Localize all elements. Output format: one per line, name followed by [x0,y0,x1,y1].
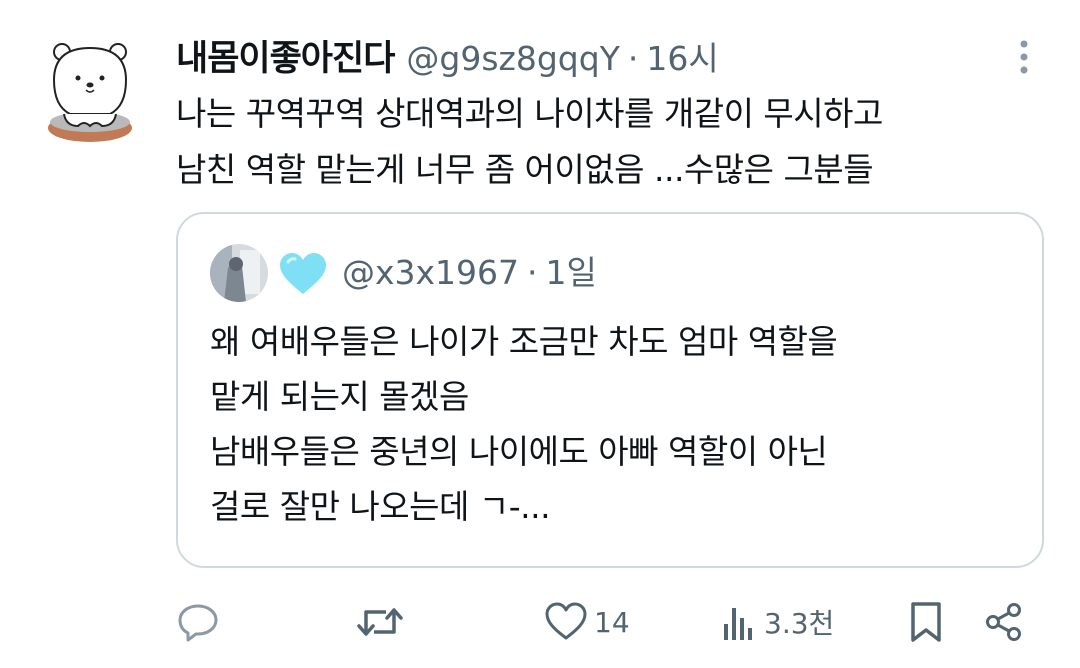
more-options-button[interactable] [1012,38,1036,78]
display-name[interactable]: 내몸이좋아진다 [176,30,395,81]
like-count: 14 [594,605,630,639]
quote-text-line: 걸로 잘만 나오는데 ㄱ-... [210,487,551,526]
share-icon [986,603,1021,641]
quote-text-line: 남배우들은 중년의 나이에도 아빠 역할이 아닌 [210,432,828,471]
light-blue-heart-emoji [278,252,328,296]
quote-meta: @x3x1967 · 1일 [342,246,597,296]
quote-avatar-image-icon [210,244,268,302]
heart-icon [545,602,587,640]
quote-time[interactable]: 1일 [546,246,597,294]
separator-dot: · [527,253,538,292]
separator-dot: · [627,39,639,78]
views-icon [724,608,752,640]
tweet-text-line: 나는 꾸역꾸역 상대역과의 나이차를 개같이 무시하고 [176,94,883,133]
tweet-text: 나는 꾸역꾸역 상대역과의 나이차를 개같이 무시하고 남친 역할 맡는게 너무… [176,86,1036,198]
user-handle[interactable]: @g9sz8gqqY [406,39,619,78]
tweet-time[interactable]: 16시 [646,32,718,80]
like-button[interactable]: 14 [544,594,630,650]
tweet-text-line: 남친 역할 맡는게 너무 좀 어이없음 ...수많은 그분들 [176,150,874,189]
more-vertical-icon [1020,40,1028,74]
quote-text: 왜 여배우들은 나이가 조금만 차도 엄마 역할을 맡게 되는지 몰겠음 남배우… [210,314,1010,534]
retweet-icon [357,608,403,636]
bear-avatar-icon [48,43,132,142]
bookmark-icon [911,602,941,642]
view-count: 3.3천 [764,607,835,640]
quote-text-line: 왜 여배우들은 나이가 조금만 차도 엄마 역할을 [210,322,838,361]
retweet-button[interactable] [356,594,404,650]
light-blue-heart-icon [280,253,326,294]
reply-button[interactable] [176,594,220,650]
reply-icon [178,604,218,642]
quoted-tweet[interactable]: @x3x1967 · 1일 왜 여배우들은 나이가 조금만 차도 엄마 역할을 … [176,212,1044,568]
quote-avatar[interactable] [210,244,268,302]
views-button[interactable]: 3.3천 [722,594,834,650]
action-bar: 14 3.3천 [176,594,1036,650]
bookmark-button[interactable] [908,594,944,650]
quote-text-line: 맡게 되는지 몰겠음 [210,377,469,416]
share-button[interactable] [984,594,1024,650]
quote-handle[interactable]: @x3x1967 [342,253,519,292]
avatar[interactable] [44,40,136,144]
tweet-header: 내몸이좋아진다 @g9sz8gqqY · 16시 [176,30,719,80]
